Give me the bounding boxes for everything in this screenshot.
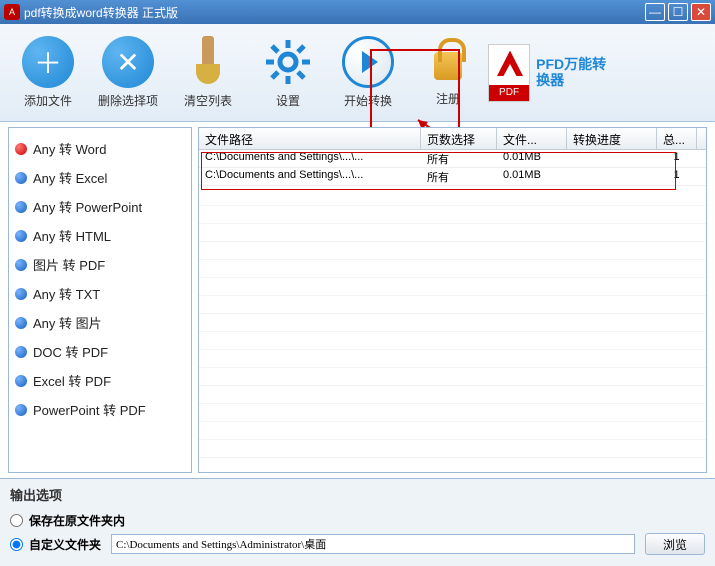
clear-label: 清空列表 — [168, 92, 248, 109]
toolbar: ＋ 添加文件 ✕ 删除选择项 清空列表 设置 开始转换 注册 PFD万能转换器 — [0, 24, 715, 122]
settings-button[interactable]: 设置 — [248, 36, 328, 109]
output-title: 输出选项 — [10, 485, 705, 504]
bullet-icon — [15, 201, 27, 213]
clear-button[interactable]: 清空列表 — [168, 36, 248, 109]
sidebar-item-label: PowerPoint 转 PDF — [33, 400, 146, 419]
sidebar-item-label: Any 转 TXT — [33, 284, 100, 303]
file-grid: 文件路径 页数选择 文件... 转换进度 总... C:\Documents a… — [198, 127, 707, 473]
custom-folder-radio[interactable] — [10, 538, 23, 551]
col-file[interactable]: 文件... — [497, 128, 567, 149]
sidebar-item-label: Any 转 Excel — [33, 168, 107, 187]
close-button[interactable]: ✕ — [691, 3, 711, 21]
bullet-icon — [15, 143, 27, 155]
sidebar-item-label: DOC 转 PDF — [33, 342, 108, 361]
sidebar-item-1[interactable]: Any 转 Excel — [11, 163, 189, 192]
custom-folder-label: 自定义文件夹 — [29, 538, 101, 552]
add-file-button[interactable]: ＋ 添加文件 — [8, 36, 88, 109]
start-label: 开始转换 — [328, 92, 408, 109]
bullet-icon — [15, 375, 27, 387]
register-label: 注册 — [408, 90, 488, 107]
col-page[interactable]: 页数选择 — [421, 128, 497, 149]
sidebar-item-7[interactable]: DOC 转 PDF — [11, 337, 189, 366]
grid-lines — [199, 188, 706, 472]
lock-icon — [428, 38, 468, 86]
bullet-icon — [15, 317, 27, 329]
settings-label: 设置 — [248, 92, 328, 109]
sidebar-item-4[interactable]: 图片 转 PDF — [11, 250, 189, 279]
sidebar-item-label: Any 转 HTML — [33, 226, 111, 245]
titlebar: A pdf转换成word转换器 正式版 ― ☐ ✕ — [0, 0, 715, 24]
bullet-icon — [15, 288, 27, 300]
app-icon: A — [4, 4, 20, 20]
minimize-button[interactable]: ― — [645, 3, 665, 21]
col-path[interactable]: 文件路径 — [199, 128, 421, 149]
col-total[interactable]: 总... — [657, 128, 697, 149]
sidebar-item-label: Any 转 图片 — [33, 313, 102, 332]
browse-button[interactable]: 浏览 — [645, 533, 705, 555]
sidebar-item-3[interactable]: Any 转 HTML — [11, 221, 189, 250]
table-row[interactable]: C:\Documents and Settings\...\...所有0.01M… — [199, 168, 706, 186]
brand-text: PFD万能转换器 — [536, 57, 618, 88]
sidebar-item-label: Any 转 PowerPoint — [33, 197, 142, 216]
play-icon — [342, 36, 394, 88]
sidebar-item-5[interactable]: Any 转 TXT — [11, 279, 189, 308]
sidebar-item-9[interactable]: PowerPoint 转 PDF — [11, 395, 189, 424]
bullet-icon — [15, 259, 27, 271]
grid-header: 文件路径 页数选择 文件... 转换进度 总... — [199, 128, 706, 150]
save-original-radio[interactable] — [10, 514, 23, 527]
remove-label: 删除选择项 — [88, 92, 168, 109]
add-file-label: 添加文件 — [8, 92, 88, 109]
window-title: pdf转换成word转换器 正式版 — [24, 4, 178, 21]
gear-icon — [262, 36, 314, 88]
bullet-icon — [15, 172, 27, 184]
sidebar-item-0[interactable]: Any 转 Word — [11, 134, 189, 163]
col-progress[interactable]: 转换进度 — [567, 128, 657, 149]
bullet-icon — [15, 346, 27, 358]
output-options: 输出选项 保存在原文件夹内 自定义文件夹 浏览 — [0, 478, 715, 566]
bullet-icon — [15, 230, 27, 242]
register-button[interactable]: 注册 — [408, 38, 488, 107]
plus-icon: ＋ — [22, 36, 74, 88]
table-row[interactable]: C:\Documents and Settings\...\...所有0.01M… — [199, 150, 706, 168]
sidebar-item-label: Excel 转 PDF — [33, 371, 111, 390]
sidebar-item-6[interactable]: Any 转 图片 — [11, 308, 189, 337]
sidebar-item-label: Any 转 Word — [33, 139, 106, 158]
sidebar-item-8[interactable]: Excel 转 PDF — [11, 366, 189, 395]
sidebar: Any 转 Word Any 转 Excel Any 转 PowerPoint Any… — [8, 127, 192, 473]
output-path-input[interactable] — [111, 534, 635, 554]
x-icon: ✕ — [102, 36, 154, 88]
brand-area: PFD万能转换器 — [488, 44, 618, 102]
start-convert-button[interactable]: 开始转换 — [328, 36, 408, 109]
pdf-icon — [488, 44, 530, 102]
sidebar-item-2[interactable]: Any 转 PowerPoint — [11, 192, 189, 221]
save-original-label: 保存在原文件夹内 — [29, 514, 125, 528]
remove-button[interactable]: ✕ 删除选择项 — [88, 36, 168, 109]
maximize-button[interactable]: ☐ — [668, 3, 688, 21]
brush-icon — [188, 36, 228, 88]
bullet-icon — [15, 404, 27, 416]
sidebar-item-label: 图片 转 PDF — [33, 255, 105, 274]
